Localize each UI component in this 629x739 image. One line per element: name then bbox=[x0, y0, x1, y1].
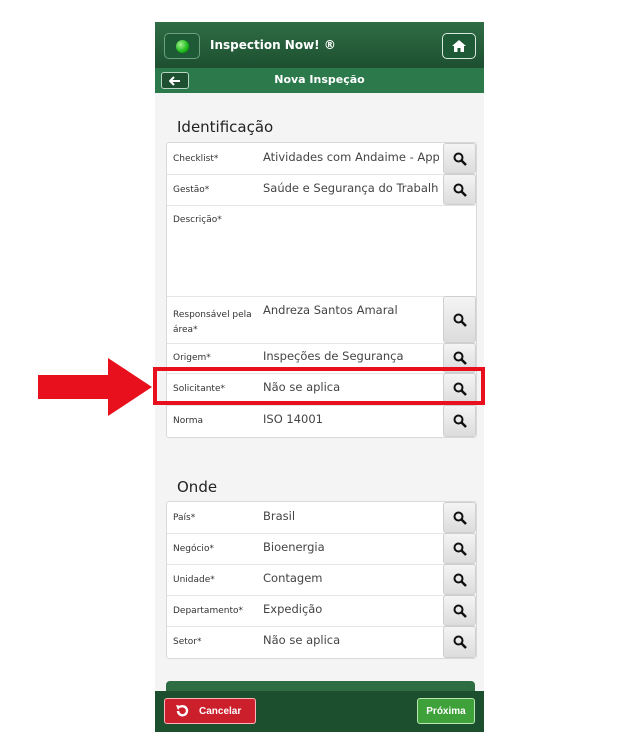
field-label: Departamento* bbox=[173, 606, 243, 616]
field-gestao[interactable]: Gestão* Saúde e Segurança do Trabalho bbox=[167, 174, 476, 206]
field-value: Atividades com Andaime - App Mobile bbox=[263, 150, 439, 164]
field-negocio[interactable]: Negócio* Bioenergia bbox=[167, 533, 476, 565]
field-label: Origem* bbox=[173, 353, 211, 363]
search-icon bbox=[453, 152, 467, 166]
field-label: Negócio* bbox=[173, 544, 214, 554]
home-button[interactable] bbox=[442, 33, 476, 59]
field-label: Checklist* bbox=[173, 154, 219, 164]
search-icon bbox=[453, 313, 467, 327]
next-label: Próxima bbox=[426, 705, 466, 717]
field-unidade[interactable]: Unidade* Contagem bbox=[167, 564, 476, 596]
search-icon bbox=[453, 604, 467, 618]
highlight-box bbox=[153, 367, 485, 405]
search-button[interactable] bbox=[443, 174, 476, 205]
page-title: Nova Inspeção bbox=[274, 73, 365, 86]
search-icon bbox=[453, 511, 467, 525]
home-icon bbox=[452, 40, 466, 52]
field-label: Descrição* bbox=[173, 215, 222, 225]
field-value: Bioenergia bbox=[263, 540, 325, 554]
search-button[interactable] bbox=[443, 595, 476, 626]
search-icon bbox=[453, 414, 467, 428]
cancel-label: Cancelar bbox=[199, 705, 242, 717]
next-section-header bbox=[166, 681, 475, 691]
field-departamento[interactable]: Departamento* Expedição bbox=[167, 595, 476, 627]
search-icon bbox=[453, 351, 467, 365]
search-icon bbox=[453, 542, 467, 556]
field-label: Norma bbox=[173, 416, 204, 426]
field-value: Saúde e Segurança do Trabalho bbox=[263, 181, 439, 195]
field-checklist[interactable]: Checklist* Atividades com Andaime - App … bbox=[167, 143, 476, 175]
app-header: Inspection Now! ® bbox=[155, 22, 484, 68]
onde-card: País* Brasil Negócio* Bioenergia Unidade… bbox=[166, 501, 477, 659]
field-value: ISO 14001 bbox=[263, 412, 323, 426]
field-value: Expedição bbox=[263, 602, 323, 616]
red-arrow-icon bbox=[38, 358, 152, 416]
field-label: Setor* bbox=[173, 637, 202, 647]
field-responsavel[interactable]: Responsável pela área* Andreza Santos Am… bbox=[167, 296, 476, 344]
field-value: Não se aplica bbox=[263, 633, 341, 647]
field-descricao[interactable]: Descrição* bbox=[167, 205, 476, 297]
status-dot-icon bbox=[176, 40, 189, 53]
next-button[interactable]: Próxima bbox=[417, 698, 475, 724]
section-title-onde: Onde bbox=[177, 478, 218, 496]
cancel-button[interactable]: Cancelar bbox=[164, 698, 256, 724]
search-button[interactable] bbox=[443, 502, 476, 533]
section-title-identificacao: Identificação bbox=[177, 118, 274, 136]
search-button[interactable] bbox=[443, 564, 476, 595]
page-title-bar: Nova Inspeção bbox=[155, 68, 484, 93]
field-pais[interactable]: País* Brasil bbox=[167, 502, 476, 534]
undo-icon bbox=[176, 705, 189, 717]
app-title: Inspection Now! ® bbox=[210, 38, 336, 52]
field-setor[interactable]: Setor* Não se aplica bbox=[167, 626, 476, 658]
field-value: Brasil bbox=[263, 509, 296, 523]
field-value: Inspeções de Segurança bbox=[263, 349, 404, 363]
search-button[interactable] bbox=[443, 533, 476, 564]
search-button[interactable] bbox=[443, 143, 476, 174]
search-icon bbox=[453, 183, 467, 197]
footer-bar: Cancelar Próxima bbox=[155, 691, 484, 732]
field-label: Unidade* bbox=[173, 575, 215, 585]
field-label: Responsável pela área* bbox=[173, 310, 252, 335]
search-button[interactable] bbox=[443, 296, 476, 343]
field-value: Contagem bbox=[263, 571, 323, 585]
search-button[interactable] bbox=[443, 405, 476, 437]
search-icon bbox=[453, 573, 467, 587]
field-value: Andreza Santos Amaral bbox=[263, 303, 398, 317]
status-button[interactable] bbox=[164, 33, 200, 59]
field-label: Gestão* bbox=[173, 185, 210, 195]
search-icon bbox=[453, 635, 467, 649]
search-button[interactable] bbox=[443, 626, 476, 658]
field-label: País* bbox=[173, 513, 196, 523]
field-norma[interactable]: Norma ISO 14001 bbox=[167, 405, 476, 437]
